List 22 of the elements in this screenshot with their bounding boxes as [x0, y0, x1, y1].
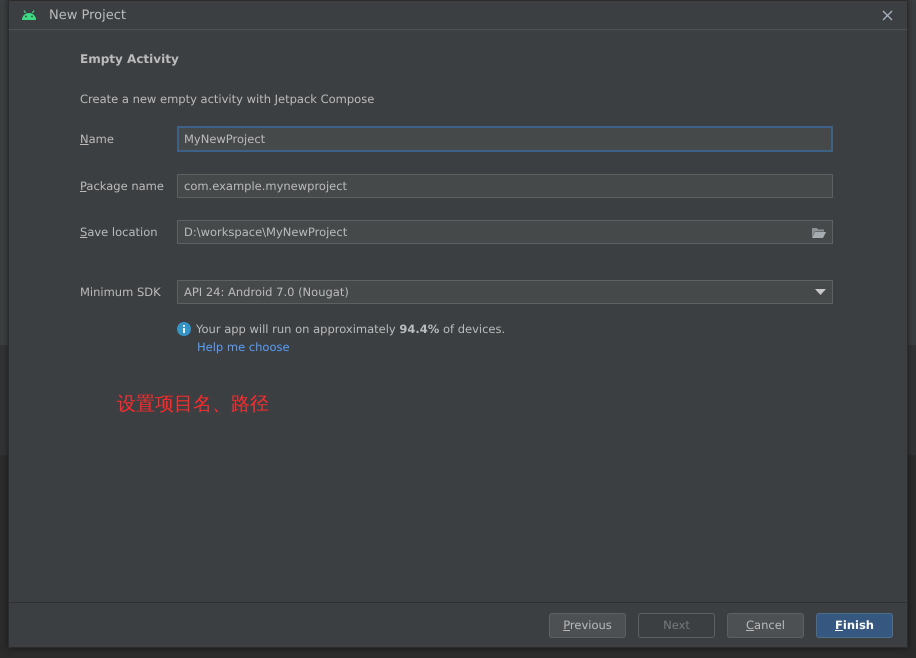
folder-icon[interactable]	[812, 226, 826, 238]
dialog-button[interactable]: Previous	[549, 612, 626, 638]
close-icon[interactable]	[882, 10, 893, 20]
caret-icon[interactable]	[815, 289, 826, 295]
field-label: Package name	[80, 179, 165, 193]
info-text: Your app will run on approximately 94.4% of devices.	[196, 322, 506, 336]
info-icon	[177, 322, 191, 336]
input-field[interactable]: MyNewProject	[177, 126, 833, 152]
window-title: New Project	[49, 8, 127, 22]
description-text: Create a new empty activity with Jetpack Compose	[80, 92, 374, 106]
android-icon	[21, 10, 37, 20]
input-field[interactable]: D:\workspace\MyNewProject	[177, 220, 833, 244]
field-label: Minimum SDK	[80, 285, 162, 299]
finish-button[interactable]: Finish	[816, 612, 893, 638]
input-field[interactable]: com.example.mynewproject	[177, 174, 833, 198]
dialog-button[interactable]: Cancel	[727, 612, 804, 638]
annotation-text: 设置项目名、路径	[117, 392, 269, 417]
dropdown[interactable]: API 24: Android 7.0 (Nougat)	[177, 280, 833, 304]
section-heading: Empty Activity	[80, 52, 179, 66]
help-link[interactable]: Help me choose	[197, 340, 290, 354]
field-label: Name	[80, 132, 115, 146]
field-label: Save location	[80, 225, 159, 239]
